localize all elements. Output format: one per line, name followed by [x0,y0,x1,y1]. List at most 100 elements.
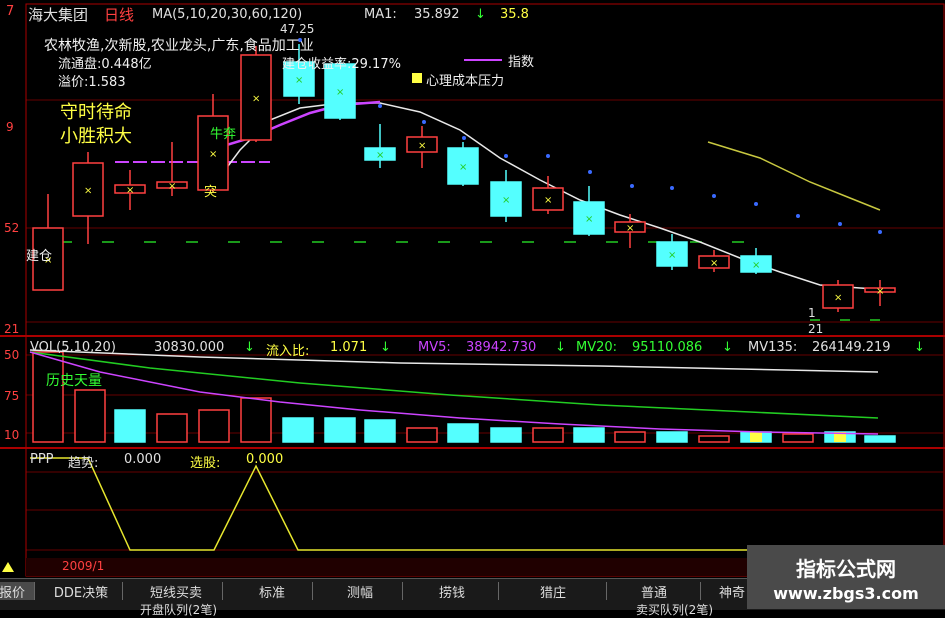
ma-dot [630,184,634,188]
volume-bar [698,435,730,443]
mv135-value: 264149.219 [812,340,891,355]
ma-dot [588,170,592,174]
candle-cross: × [336,87,344,98]
candle-cross: × [418,141,426,152]
axis-vol-3: 10 [4,428,20,442]
ppp-label: PPP [30,452,54,467]
watermark-url: www.zbgs3.com [773,584,919,603]
ma1-label: MA1: [364,7,397,22]
slogan-line-2: 小胜积大 [60,126,132,147]
mv135-label: MV135: [748,340,798,355]
candle-cross: × [126,185,134,196]
tab-standard[interactable]: 标准 [232,582,313,601]
volume-bar [114,409,146,443]
index-legend-line [464,59,502,61]
float-shares: 流通盘:0.448亿 [58,57,152,72]
volume-bar [532,427,564,443]
ma-dot [838,222,842,226]
tab-measure[interactable]: 测幅 [318,582,403,601]
ma-dot [712,194,716,198]
candle-cross: × [502,195,510,206]
volume-bar [864,435,896,443]
ma-dot [796,214,800,218]
ma-extra-value: 35.8 [500,7,529,22]
candle-cross: × [209,149,217,160]
annot-build: 建仓 [26,249,53,264]
mv20-value: 95110.086 [632,340,703,355]
axis-vol-1: 50 [4,348,20,362]
date-label: 2009/1 [62,559,105,573]
volume-bar-series [32,351,896,443]
volume-bar [614,431,646,443]
axis-price-3: 21 [4,322,20,336]
bottom-queue-left: 开盘队列(2笔) [140,603,217,617]
axis-price-2: 52 [4,221,20,235]
tab-normal[interactable]: 普通 [608,582,701,601]
volume-bar [364,419,396,443]
select-label: 选股: [190,456,221,471]
mv5-label: MV5: [418,340,451,355]
volume-bar [324,417,356,443]
vol-value: 30830.000 [154,340,225,355]
candle-cross: × [752,260,760,271]
volume-bar [406,427,438,443]
vol-arrow: ↓ [244,340,255,355]
ma-dot [878,230,882,234]
slogan-line-1: 守时待命 [60,102,132,123]
trend-label: 趋势: [68,456,99,471]
inflow-value: 1.071 [330,340,368,355]
history-volume-label: 历史天量 [46,373,102,389]
candle-cross: × [834,293,842,304]
candle-cross: × [585,214,593,225]
candle-cross: × [668,250,676,261]
volume-bar [782,433,814,443]
candle-cross: × [544,195,552,206]
ma1-arrow: ↓ [475,7,486,22]
scroll-left-arrow[interactable] [2,562,14,572]
ma-dot [378,104,382,108]
candle-cross: × [295,75,303,86]
ma-dot [670,186,674,190]
tab-shortline[interactable]: 短线买卖 [130,582,223,601]
candle-cross: × [84,186,92,197]
chart-frame [25,3,945,577]
annot-tu: 突 [204,185,218,200]
volume-bar [198,409,230,443]
ma-dot [504,154,508,158]
mv20-label: MV20: [576,340,618,355]
high-price-label: 47.25 [280,22,315,36]
ma1-value: 35.892 [414,7,460,22]
tab-dde[interactable]: DDE决策 [40,582,123,601]
inflow-label: 流入比: [266,344,310,359]
annot-one: 1 [808,306,816,320]
mv5-arrow: ↓ [555,340,566,355]
vol-label: VOL(5,10,20) [30,340,116,355]
volume-bar [282,417,314,443]
candle-cross: × [459,162,467,173]
left-price-top: 7 [6,4,15,19]
stock-name[interactable]: 海大集团 [28,4,88,25]
tab-quote[interactable]: 报价 [0,582,35,601]
tab-hunt[interactable]: 猎庄 [500,582,607,601]
volume-bar [490,427,522,443]
axis-price-1: 9 [6,120,14,134]
index-label: 指数 [508,55,535,70]
ma-dot [422,120,426,124]
annot-bull: 牛奔 [210,127,237,142]
mv5-value: 38942.730 [466,340,537,355]
candle-cross: × [376,150,384,161]
ma-dot [754,202,758,206]
stock-chart-window: × × × × × × × × × × × × × × × × × × × × 7 海大集团 日线 MA(5,10,2… [0,0,945,609]
tab-earn[interactable]: 捞钱 [406,582,499,601]
volume-bar [240,397,272,443]
trend-value: 0.000 [124,452,162,467]
candle-cross: × [876,286,884,297]
site-watermark: 指标公式网 www.zbgs3.com [747,545,945,609]
period-label[interactable]: 日线 [104,4,134,25]
candle-cross: × [710,258,718,269]
ma-yellow-line [707,141,881,211]
mv20-arrow: ↓ [722,340,733,355]
volume-bar [32,351,64,443]
annot-low: 21 [808,322,824,336]
volume-bar [656,431,688,443]
